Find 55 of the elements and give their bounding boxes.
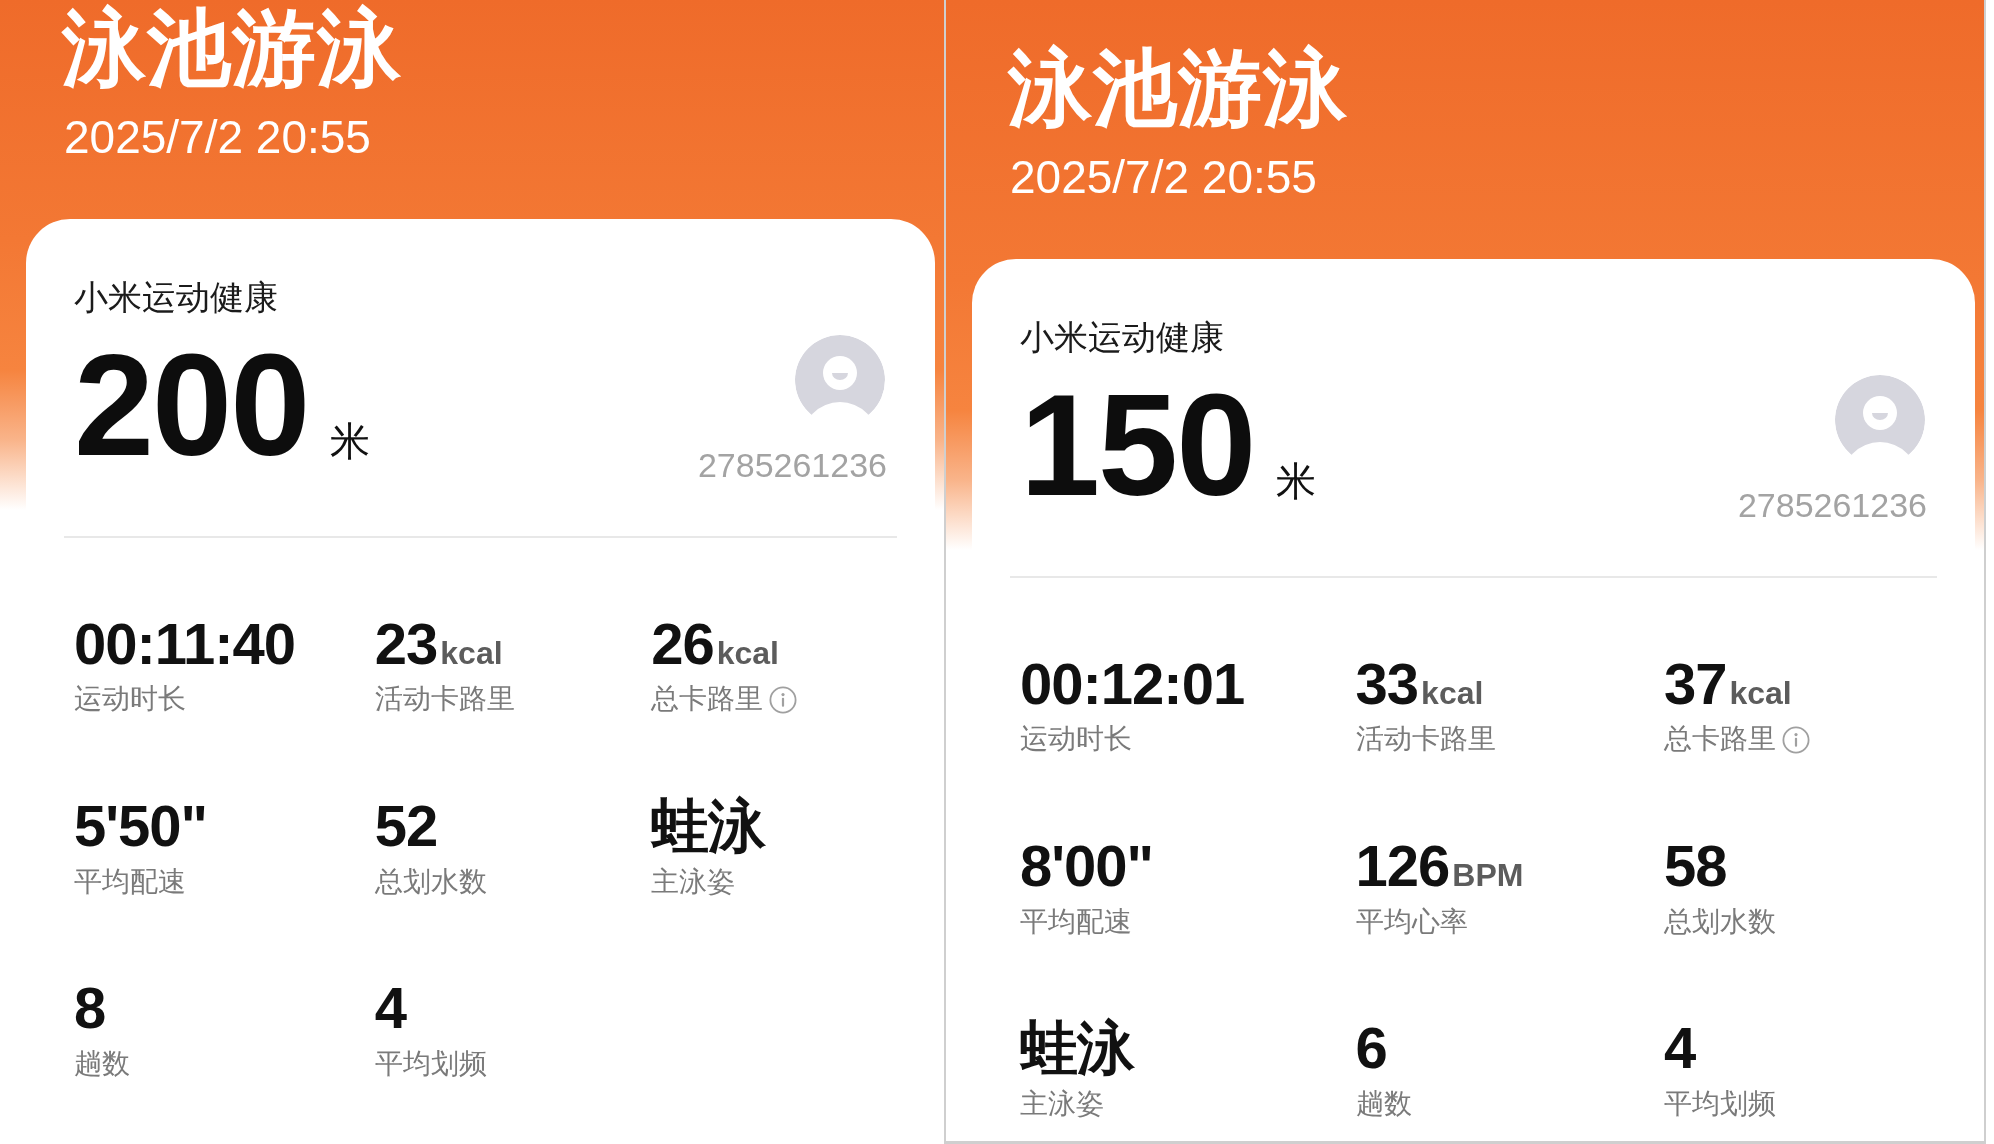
stat-label: 总划水数: [1663, 904, 1776, 939]
stat-unit: kcal: [1729, 675, 1792, 711]
workout-title: 泳池游泳: [1008, 40, 1349, 137]
stat-label: 运动时长: [1020, 722, 1132, 757]
app-name: 小米运动健康: [1020, 316, 1224, 358]
stat-value: 52: [374, 793, 438, 858]
stat-label: 趟数: [1355, 1086, 1412, 1121]
stat-label: 总卡路里: [651, 682, 764, 717]
stat-label: 平均划频: [1663, 1086, 1776, 1121]
workout-title: 泳池游泳: [62, 0, 403, 97]
stat-unit: kcal: [440, 635, 503, 671]
user-id: 2785261236: [1737, 484, 1927, 526]
stat-label: 总划水数: [374, 864, 487, 899]
stat-value: 6: [1355, 1015, 1387, 1080]
info-icon[interactable]: [1781, 725, 1810, 754]
stat-unit: BPM: [1452, 857, 1524, 893]
stat-value: 58: [1663, 833, 1727, 898]
stat-label: 平均划频: [374, 1046, 487, 1081]
stat-value: 4: [1663, 1015, 1696, 1080]
stat-value: 4: [374, 975, 407, 1040]
avatar-icon: [1835, 374, 1925, 455]
stat-value: 5'50": [74, 793, 208, 858]
distance-unit: 米: [1276, 460, 1317, 501]
stat-label: 趟数: [74, 1046, 130, 1081]
stat-value: 00:12:01: [1020, 651, 1245, 716]
stat-value: 23: [374, 611, 438, 676]
stat-unit: kcal: [716, 635, 779, 671]
distance-value: 150: [1020, 373, 1255, 518]
stat-label: 活动卡路里: [374, 682, 515, 717]
user-id: 2785261236: [697, 444, 887, 486]
stat-value: 26: [651, 611, 714, 676]
stat-label: 运动时长: [74, 682, 186, 717]
workout-datetime: 2025/7/2 20:55: [1010, 149, 1318, 205]
distance-value: 200: [74, 333, 309, 478]
stat-value: 126: [1355, 833, 1450, 898]
distance-unit: 米: [330, 420, 371, 461]
stat-label: 主泳姿: [651, 864, 736, 899]
stat-value: 蛙泳: [651, 793, 766, 858]
stat-label: 总卡路里: [1663, 722, 1776, 757]
avatar-icon: [795, 334, 885, 415]
stat-label: 平均心率: [1355, 904, 1468, 939]
stat-value: 蛙泳: [1020, 1015, 1134, 1080]
info-icon[interactable]: [769, 685, 798, 714]
stat-value: 00:11:40: [74, 611, 295, 676]
stat-value: 37: [1663, 651, 1727, 716]
stat-value: 8: [74, 975, 106, 1040]
app-name: 小米运动健康: [74, 276, 278, 318]
stat-label: 活动卡路里: [1355, 722, 1496, 757]
stat-label: 平均配速: [1020, 904, 1132, 939]
stat-value: 33: [1355, 651, 1419, 716]
stat-value: 8'00": [1020, 833, 1154, 898]
stat-unit: kcal: [1421, 675, 1484, 711]
stat-label: 平均配速: [74, 864, 186, 899]
stat-label: 主泳姿: [1020, 1086, 1104, 1121]
workout-datetime: 2025/7/2 20:55: [64, 109, 372, 165]
